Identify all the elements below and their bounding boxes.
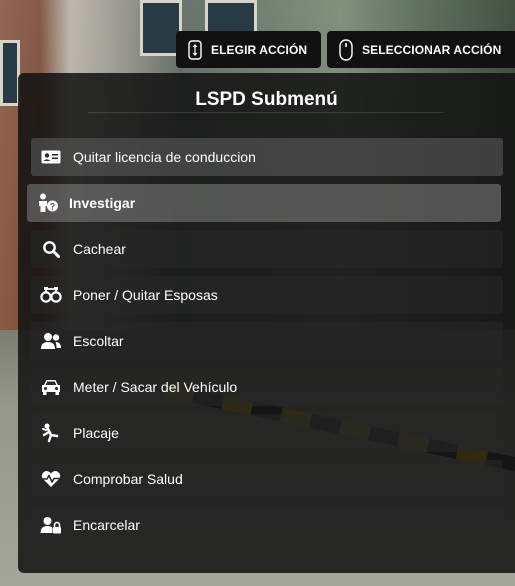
hint-elegir-label: ELEGIR ACCIÓN	[211, 42, 308, 57]
handcuffs-icon	[40, 284, 62, 306]
menu-item-cachear[interactable]: Cachear	[31, 230, 503, 268]
hint-seleccionar-label: SELECCIONAR ACCIÓN	[362, 42, 502, 57]
menu-item-label: Escoltar	[73, 333, 124, 349]
menu-item-quitar-licencia[interactable]: Quitar licencia de conduccion	[31, 138, 503, 176]
tackle-icon	[40, 422, 62, 444]
hint-seleccionar-accion: SELECCIONAR ACCIÓN	[327, 31, 515, 68]
menu-title: LSPD Submenú	[195, 89, 338, 110]
menu-item-label: Meter / Sacar del Vehículo	[73, 379, 238, 395]
background-window	[0, 40, 20, 106]
users-icon	[40, 330, 62, 352]
lspd-submenu-panel: LSPD Submenú Quitar licencia de conducci…	[18, 73, 515, 573]
menu-item-comprobar-salud[interactable]: Comprobar Salud	[31, 460, 503, 498]
id-card-icon	[40, 146, 62, 168]
menu-item-label: Poner / Quitar Esposas	[73, 287, 218, 303]
arrows-updown-icon	[188, 39, 202, 60]
heartbeat-icon	[40, 468, 62, 490]
user-lock-icon	[40, 514, 62, 536]
menu-item-label: Cachear	[73, 241, 126, 257]
menu-item-label: Quitar licencia de conduccion	[73, 149, 256, 165]
title-divider	[88, 112, 444, 113]
car-icon	[40, 376, 62, 398]
hint-elegir-accion: ELEGIR ACCIÓN	[176, 31, 321, 68]
menu-item-label: Encarcelar	[73, 517, 140, 533]
menu-item-investigar[interactable]: ? Investigar	[27, 184, 501, 222]
menu-item-esposas[interactable]: Poner / Quitar Esposas	[31, 276, 503, 314]
mouse-icon	[339, 38, 353, 61]
search-icon	[40, 238, 62, 260]
menu-item-label: Placaje	[73, 425, 119, 441]
menu-item-escoltar[interactable]: Escoltar	[31, 322, 503, 360]
menu-item-label: Comprobar Salud	[73, 471, 183, 487]
menu-item-encarcelar[interactable]: Encarcelar	[31, 506, 503, 544]
menu-item-label: Investigar	[69, 195, 136, 211]
menu-item-vehiculo[interactable]: Meter / Sacar del Vehículo	[31, 368, 503, 406]
svg-text:?: ?	[50, 201, 56, 211]
menu-item-placaje[interactable]: Placaje	[31, 414, 503, 452]
person-question-icon: ?	[37, 192, 59, 214]
